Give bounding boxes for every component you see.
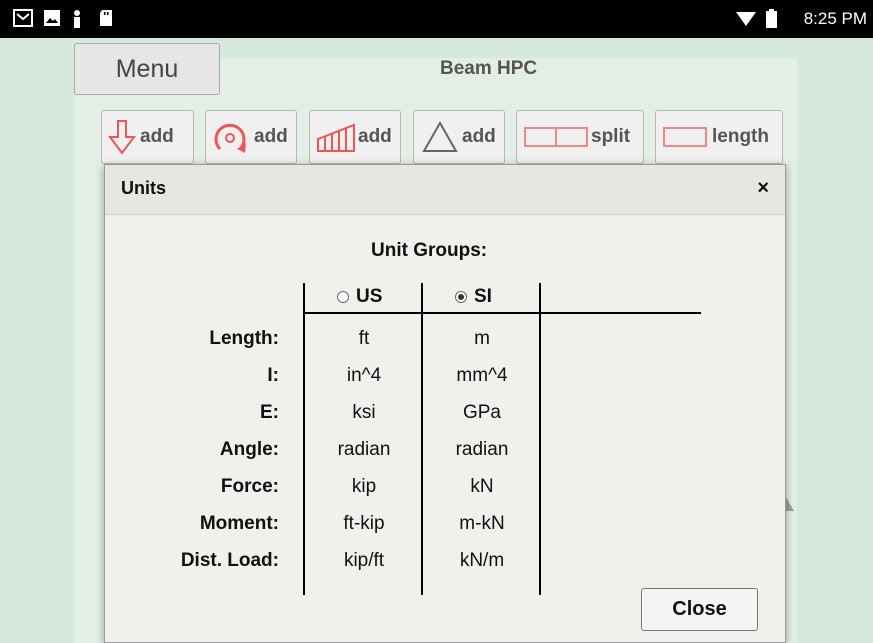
us-cell: ksi — [352, 402, 376, 423]
add-moment-button[interactable]: add — [205, 110, 297, 164]
si-cell: kN — [470, 476, 494, 497]
units-dialog: Units × Unit Groups: US SI Length: ft m … — [104, 164, 786, 643]
si-cell: m — [474, 328, 490, 349]
si-radio[interactable]: SI — [455, 286, 492, 308]
row-label: Length: — [209, 328, 279, 349]
menu-button[interactable]: Menu — [74, 43, 220, 95]
unit-groups-title: Unit Groups: — [371, 240, 488, 261]
row-label: Moment: — [199, 513, 279, 534]
close-icon[interactable]: × — [757, 177, 769, 200]
figure-icon — [74, 10, 80, 28]
point-load-icon — [108, 120, 136, 155]
background-support-icon — [786, 497, 794, 511]
toolbar-label: add — [254, 126, 288, 147]
toolbar-label: add — [358, 126, 392, 147]
row-label: Angle: — [219, 439, 279, 460]
distributed-load-icon — [317, 123, 355, 152]
toolbar-label: split — [591, 126, 631, 147]
length-icon — [663, 127, 707, 147]
wifi-icon — [736, 12, 756, 26]
image-icon — [44, 10, 60, 26]
us-cell: in^4 — [346, 365, 382, 386]
battery-icon — [766, 9, 777, 28]
radio-selected-icon — [455, 291, 467, 303]
status-bar: 8:25 PM — [0, 0, 873, 38]
moment-icon — [214, 123, 246, 153]
toolbar-label: add — [462, 126, 496, 147]
row-label: E: — [260, 402, 279, 423]
si-radio-label: SI — [474, 286, 492, 307]
dialog-header: Units × — [105, 165, 785, 215]
row-label: Dist. Load: — [180, 550, 279, 571]
sd-card-icon — [100, 10, 112, 26]
row-label: I: — [267, 365, 279, 386]
toolbar-label: add — [140, 126, 174, 147]
us-cell: ft — [358, 328, 370, 349]
row-label: Force: — [220, 476, 279, 497]
support-icon — [422, 120, 458, 152]
us-cell: radian — [337, 439, 391, 460]
us-radio[interactable]: US — [337, 286, 382, 308]
split-icon — [524, 127, 588, 147]
us-cell: ft-kip — [343, 513, 385, 534]
us-radio-label: US — [356, 286, 383, 307]
us-cell: kip — [351, 476, 377, 497]
toolbar-label: length — [712, 126, 769, 147]
table-header-rule — [303, 312, 701, 314]
app-title: Beam HPC — [440, 58, 538, 79]
si-cell: mm^4 — [456, 365, 508, 386]
add-point-load-button[interactable]: add — [101, 110, 194, 164]
length-button[interactable]: length — [655, 110, 783, 164]
add-support-button[interactable]: add — [413, 110, 505, 164]
si-cell: radian — [455, 439, 509, 460]
status-time: 8:25 PM — [803, 9, 867, 28]
split-button[interactable]: split — [516, 110, 644, 164]
si-cell: GPa — [462, 402, 502, 423]
si-cell: kN/m — [459, 550, 505, 571]
si-cell: m-kN — [459, 513, 505, 534]
radio-unselected-icon — [337, 291, 349, 303]
us-cell: kip/ft — [343, 550, 385, 571]
dialog-title: Units — [121, 178, 166, 198]
gmail-icon — [13, 9, 33, 27]
close-button[interactable]: Close — [641, 588, 758, 631]
add-distributed-load-button[interactable]: add — [309, 110, 401, 164]
